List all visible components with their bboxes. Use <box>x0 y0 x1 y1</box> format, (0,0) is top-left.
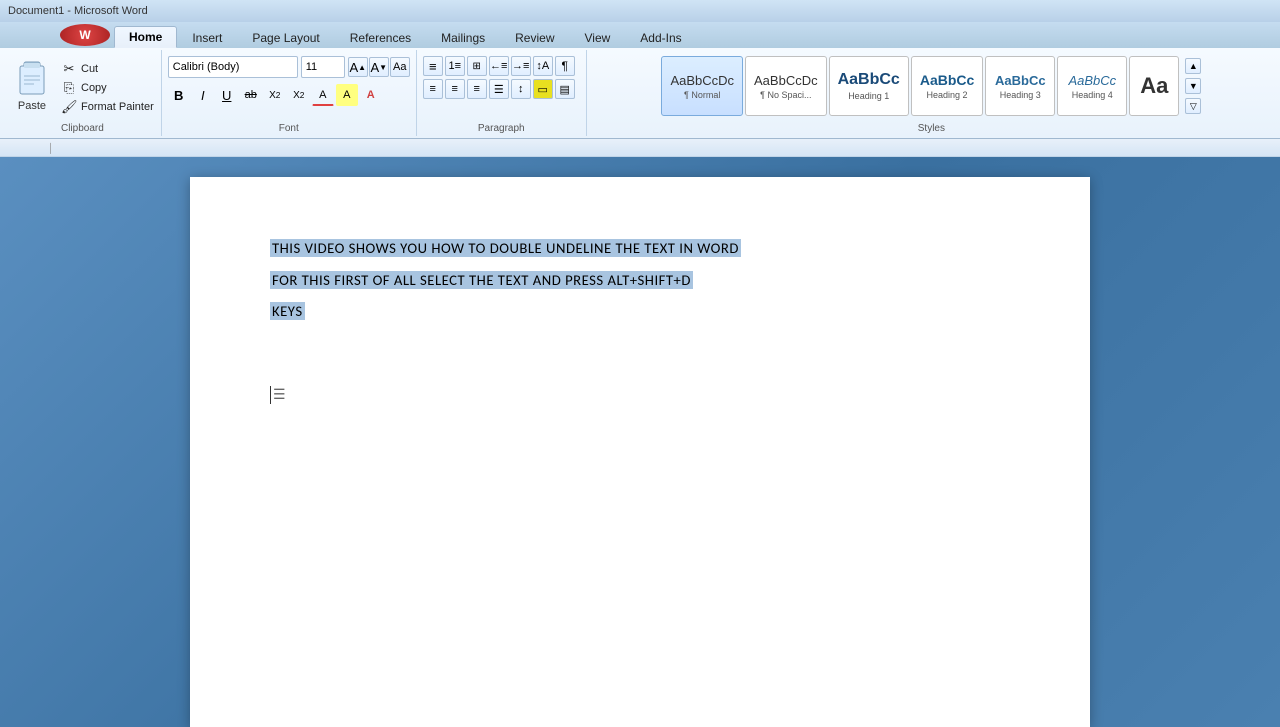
align-center-button[interactable]: ≡ <box>445 79 465 99</box>
tab-view[interactable]: View <box>570 26 626 48</box>
clipboard-group: Paste ✂ Cut ⎘ Copy 🖌 Format Painter <box>4 50 162 136</box>
font-name-input[interactable] <box>168 56 298 78</box>
text-highlight-color-button[interactable]: A <box>360 84 382 106</box>
tab-review[interactable]: Review <box>500 26 569 48</box>
align-left-button[interactable]: ≡ <box>423 79 443 99</box>
main-area: THIS VIDEO SHOWS YOU HOW TO DOUBLE UNDEL… <box>0 157 1280 727</box>
paragraph-2: FOR THIS FIRST OF ALL SELECT THE TEXT AN… <box>270 269 1010 293</box>
sort-button[interactable]: ↕A <box>533 56 553 76</box>
style-heading2[interactable]: AaBbCc Heading 2 <box>911 56 983 116</box>
line-spacing-button[interactable]: ↕ <box>511 79 531 99</box>
text-selected-2: FOR THIS FIRST OF ALL SELECT THE TEXT AN… <box>270 271 693 289</box>
font-group: A▲ A▼ Aa B I U ab X2 X2 A A A <box>162 50 417 136</box>
cut-icon: ✂ <box>61 61 77 77</box>
border-button[interactable]: ▤ <box>555 79 575 99</box>
font-format-row: B I U ab X2 X2 A A A <box>168 84 410 106</box>
unordered-list-button[interactable]: ≡ <box>423 56 443 76</box>
title-bar: Document1 - Microsoft Word <box>0 0 1280 22</box>
tab-pagelayout[interactable]: Page Layout <box>237 26 334 48</box>
style-heading4[interactable]: AaBbCc Heading 4 <box>1057 56 1127 116</box>
styles-group: AaBbCcDc ¶ Normal AaBbCcDc ¶ No Spaci...… <box>587 50 1276 136</box>
align-right-button[interactable]: ≡ <box>467 79 487 99</box>
style-no-spacing[interactable]: AaBbCcDc ¶ No Spaci... <box>745 56 827 116</box>
strikethrough-button[interactable]: ab <box>240 84 262 106</box>
tab-home[interactable]: Home <box>114 26 177 48</box>
shading-button[interactable]: ▭ <box>533 79 553 99</box>
clear-formatting-button[interactable]: Aa <box>390 57 410 77</box>
paragraph-bottom-row: ≡ ≡ ≡ ☰ ↕ ▭ ▤ <box>423 79 580 99</box>
paragraph-group: ≡ 1≡ ⊞ ←≡ →≡ ↕A ¶ ≡ ≡ ≡ ☰ ↕ ▭ ▤ <box>417 50 587 136</box>
styles-expand-button[interactable]: ▽ <box>1185 98 1201 114</box>
style-heading1[interactable]: AaBbCc Heading 1 <box>829 56 909 116</box>
styles-label: Styles <box>587 123 1276 134</box>
styles-down-button[interactable]: ▼ <box>1185 78 1201 94</box>
tab-references[interactable]: References <box>335 26 426 48</box>
toolbar-row: Paste ✂ Cut ⎘ Copy 🖌 Format Painter <box>0 48 1280 138</box>
text-selected-3: KEYS <box>270 302 305 320</box>
font-size-input[interactable] <box>301 56 345 78</box>
office-button[interactable]: W <box>60 24 110 46</box>
tab-row: W Home Insert Page Layout References Mai… <box>0 22 1280 48</box>
paragraph-label: Paragraph <box>417 123 586 134</box>
paragraph-1: THIS VIDEO SHOWS YOU HOW TO DOUBLE UNDEL… <box>270 237 1010 261</box>
page: THIS VIDEO SHOWS YOU HOW TO DOUBLE UNDEL… <box>190 177 1090 727</box>
text-selected-1: THIS VIDEO SHOWS YOU HOW TO DOUBLE UNDEL… <box>270 239 741 257</box>
superscript-button[interactable]: X2 <box>288 84 310 106</box>
ribbon: W Home Insert Page Layout References Mai… <box>0 22 1280 139</box>
tab-mailings[interactable]: Mailings <box>426 26 500 48</box>
bold-button[interactable]: B <box>168 84 190 106</box>
cursor-paragraph: ☰ <box>270 384 1010 406</box>
copy-icon: ⎘ <box>61 80 77 96</box>
styles-scroll-controls: ▲ ▼ ▽ <box>1185 58 1201 114</box>
tab-addins[interactable]: Add-Ins <box>625 26 696 48</box>
styles-up-button[interactable]: ▲ <box>1185 58 1201 74</box>
paragraph-3: KEYS <box>270 300 1010 324</box>
italic-button[interactable]: I <box>192 84 214 106</box>
paragraph-top-row: ≡ 1≡ ⊞ ←≡ →≡ ↕A ¶ <box>423 56 580 76</box>
cut-button[interactable]: ✂ Cut <box>58 60 157 78</box>
paste-icon <box>14 58 50 100</box>
document-area[interactable]: THIS VIDEO SHOWS YOU HOW TO DOUBLE UNDEL… <box>0 157 1280 727</box>
show-formatting-button[interactable]: ¶ <box>555 56 575 76</box>
style-normal[interactable]: AaBbCcDc ¶ Normal <box>661 56 743 116</box>
style-more[interactable]: Aa <box>1129 56 1179 116</box>
text-highlight-button[interactable]: A <box>336 84 358 106</box>
paste-button[interactable]: Paste <box>8 56 56 114</box>
underline-button[interactable]: U <box>216 84 238 106</box>
text-cursor <box>270 386 271 404</box>
format-painter-icon: 🖌 <box>61 99 77 115</box>
subscript-button[interactable]: X2 <box>264 84 286 106</box>
ordered-list-button[interactable]: 1≡ <box>445 56 465 76</box>
paste-label: Paste <box>18 100 46 112</box>
increase-indent-button[interactable]: →≡ <box>511 56 531 76</box>
ruler: │ <box>0 139 1280 157</box>
style-heading3[interactable]: AaBbCc Heading 3 <box>985 56 1055 116</box>
decrease-indent-button[interactable]: ←≡ <box>489 56 509 76</box>
tab-insert[interactable]: Insert <box>177 26 237 48</box>
title-text: Document1 - Microsoft Word <box>8 5 148 17</box>
clipboard-label: Clipboard <box>4 123 161 134</box>
font-top-row: A▲ A▼ Aa <box>168 56 410 78</box>
increase-font-size-button[interactable]: A▲ <box>348 57 368 77</box>
copy-button[interactable]: ⎘ Copy <box>58 79 157 97</box>
decrease-font-size-button[interactable]: A▼ <box>369 57 389 77</box>
format-painter-button[interactable]: 🖌 Format Painter <box>58 98 157 116</box>
justify-button[interactable]: ☰ <box>489 79 509 99</box>
clipboard-small-btns: ✂ Cut ⎘ Copy 🖌 Format Painter <box>58 56 157 116</box>
multilevel-list-button[interactable]: ⊞ <box>467 56 487 76</box>
document-content[interactable]: THIS VIDEO SHOWS YOU HOW TO DOUBLE UNDEL… <box>270 237 1010 406</box>
font-label: Font <box>162 123 416 134</box>
font-color-button[interactable]: A <box>312 84 334 106</box>
font-size-buttons: A▲ A▼ Aa <box>348 57 410 77</box>
style-cards-row: AaBbCcDc ¶ Normal AaBbCcDc ¶ No Spaci...… <box>661 52 1201 116</box>
